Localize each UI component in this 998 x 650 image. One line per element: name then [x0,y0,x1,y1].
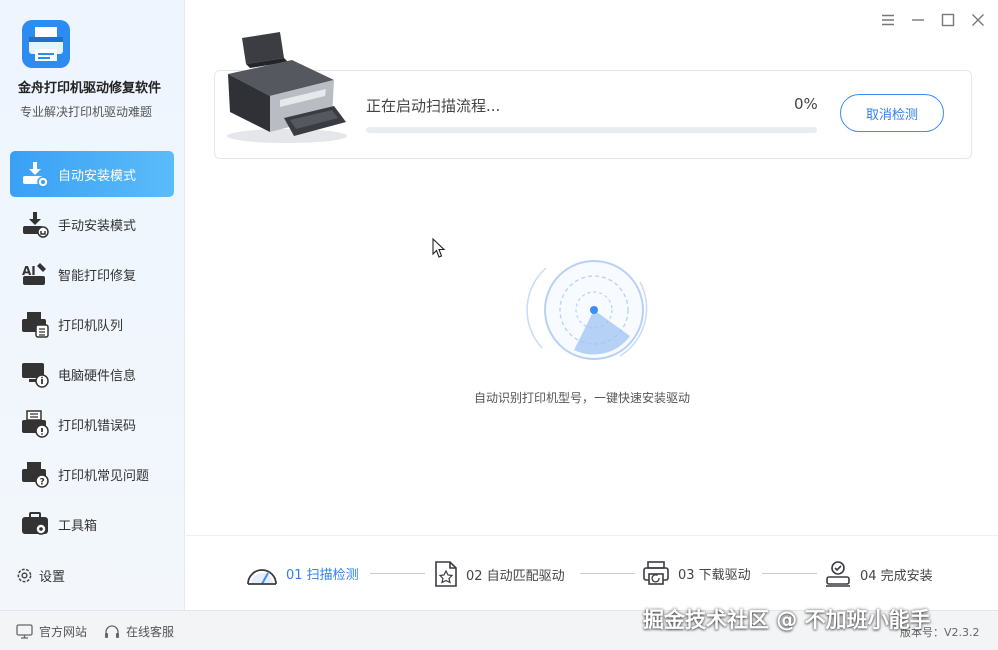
auto-install-icon [23,162,49,188]
sidebar-item-manual-install[interactable]: 手动安装模式 [10,201,174,247]
hardware-info-icon [22,363,49,388]
svg-text:AI: AI [22,264,36,278]
app-title: 金舟打印机驱动修复软件 [18,81,162,96]
sidebar-nav: 自动安装模式 手动安装模式 AI 智能打印修复 打印机队列 电脑硬件信息 打印机… [10,151,174,551]
app-logo-printer-icon [22,20,70,68]
step-download-driver: 03 下载驱动 [642,560,751,586]
sidebar-item-label: 打印机常见问题 [58,468,150,484]
sidebar-item-label: 智能打印修复 [58,268,137,284]
printer-queue-icon [22,312,49,338]
cancel-detection-button[interactable]: 取消检测 [840,94,944,132]
radar-caption: 自动识别打印机型号，一键快速安装驱动 [474,391,691,405]
sidebar-item-auto-install[interactable]: 自动安装模式 [10,151,174,197]
step-scan-detect: 01 扫描检测 [246,560,359,586]
ai-repair-icon: AI [22,263,46,285]
headset-icon [105,624,119,638]
toolbox-icon [22,512,48,535]
scan-gauge-icon [247,569,277,585]
online-support-link[interactable]: 在线客服 [104,623,174,640]
minimize-icon [912,19,924,21]
step-connector [370,573,425,574]
sidebar-item-toolbox[interactable]: 工具箱 [10,501,174,547]
sidebar-item-label: 电脑硬件信息 [58,368,137,384]
maximize-icon [941,13,955,27]
scan-progress-bar [366,127,817,133]
svg-text:?: ? [40,478,45,488]
download-printer-icon [643,561,669,585]
step-label: 01 扫描检测 [286,567,359,583]
steps-divider [186,535,998,536]
sidebar-item-hardware-info[interactable]: 电脑硬件信息 [10,351,174,397]
menu-button[interactable] [878,10,898,30]
faq-icon: ? [22,462,49,488]
app-subtitle: 专业解决打印机驱动难题 [20,105,153,119]
maximize-button[interactable] [938,10,958,30]
manual-install-icon [23,212,49,238]
sidebar-item-error-code[interactable]: 打印机错误码 [10,401,174,447]
error-code-icon [22,410,49,438]
monitor-icon [16,624,33,639]
sidebar-item-label: 手动安装模式 [58,218,137,234]
sidebar-item-ai-repair[interactable]: AI 智能打印修复 [10,251,174,297]
sidebar-item-label: 自动安装模式 [58,168,137,184]
step-label: 04 完成安装 [860,568,933,584]
sidebar-item-label: 打印机队列 [58,318,124,334]
scanning-radar-icon [522,248,662,368]
sidebar-item-label: 打印机错误码 [58,418,137,434]
app-window: 金舟打印机驱动修复软件 专业解决打印机驱动难题 自动安装模式 手动安装模式 AI… [0,0,998,650]
scan-percent-text: 0% [794,95,818,113]
hamburger-menu-icon [882,14,894,26]
close-button[interactable] [968,10,988,30]
complete-check-icon [826,561,850,587]
step-label: 02 自动匹配驱动 [466,568,565,584]
watermark-text: 掘金技术社区 @ 不加班小能手 [643,608,931,632]
match-document-icon [435,561,457,587]
sidebar-item-label: 工具箱 [58,518,98,534]
scan-status-text: 正在启动扫描流程... [366,97,501,115]
gear-icon [17,568,32,583]
settings-label: 设置 [39,570,66,585]
mouse-cursor-icon [432,238,446,258]
printer-illustration-icon [222,30,352,145]
step-complete-install: 04 完成安装 [824,560,933,588]
step-connector [580,573,635,574]
online-support-label: 在线客服 [126,625,175,639]
step-connector [762,573,817,574]
step-auto-match: 02 自动匹配驱动 [434,560,565,588]
sidebar-item-printer-queue[interactable]: 打印机队列 [10,301,174,347]
close-icon [972,14,984,26]
sidebar: 金舟打印机驱动修复软件 专业解决打印机驱动难题 自动安装模式 手动安装模式 AI… [0,0,185,610]
settings-button[interactable]: 设置 [16,566,65,585]
sidebar-item-faq[interactable]: ? 打印机常见问题 [10,451,174,497]
official-website-link[interactable]: 官方网站 [16,623,87,640]
official-website-label: 官方网站 [39,625,88,639]
step-label: 03 下载驱动 [678,567,751,583]
minimize-button[interactable] [908,10,928,30]
